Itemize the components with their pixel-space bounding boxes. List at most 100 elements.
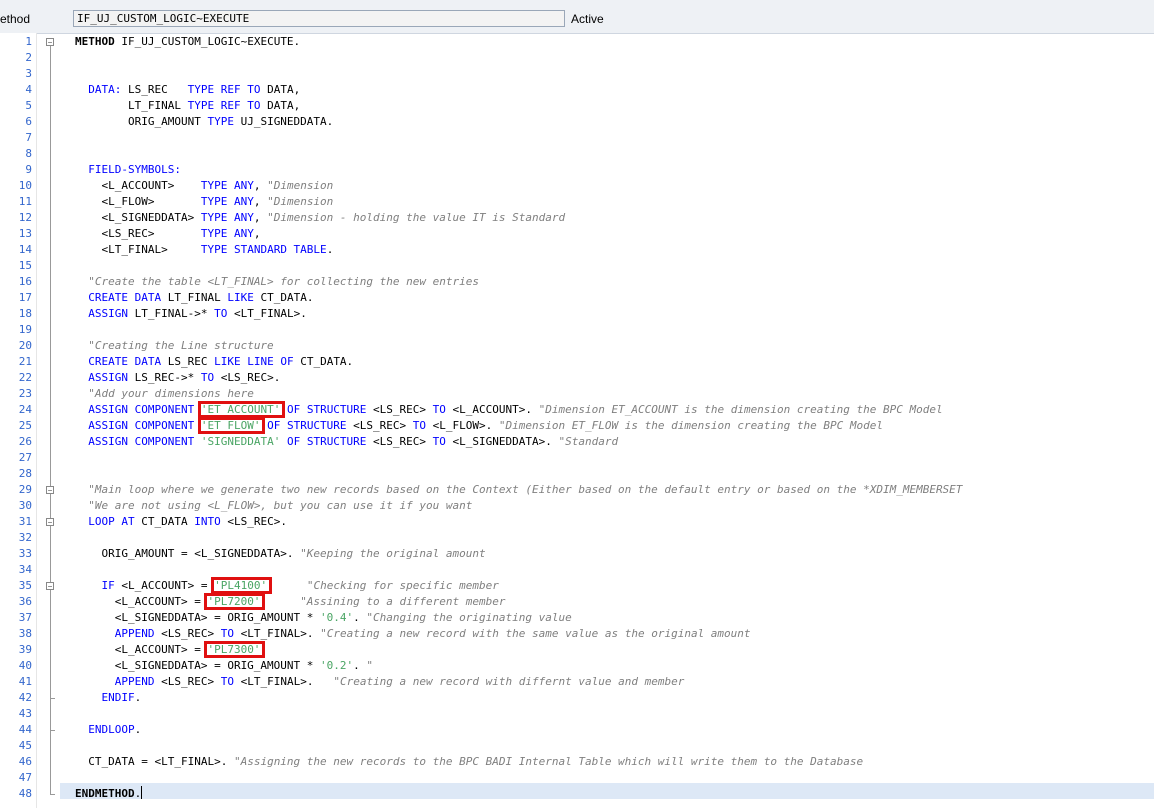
fold-toggle-icon[interactable]: −	[46, 38, 54, 47]
method-label: ethod	[0, 12, 31, 26]
keyword-token: ENDIF	[101, 691, 135, 704]
comment-token: "Add your dimensions here	[88, 387, 254, 400]
code-token: UJ_SIGNEDDATA.	[233, 115, 334, 128]
code-line: "We are not using <L_FLOW>, but you can …	[75, 498, 472, 514]
keyword-token: TYPE ANY	[200, 211, 254, 224]
line-number: 30	[18, 499, 32, 512]
highlight-box	[204, 641, 266, 658]
line-number: 31	[18, 515, 32, 528]
line-number: 26	[18, 435, 32, 448]
code-token: .	[260, 595, 301, 608]
code-token: .	[134, 691, 142, 704]
line-number: 2	[25, 51, 32, 64]
keyword-token: TYPE REF TO	[187, 83, 261, 96]
code-line: ORIG_AMOUNT TYPE UJ_SIGNEDDATA.	[75, 114, 333, 130]
code-line: CREATE DATA LS_REC LIKE LINE OF CT_DATA.	[75, 354, 353, 370]
code-token: <LT_FINAL>.	[233, 675, 334, 688]
code-token: <LS_REC>	[154, 627, 221, 640]
fold-column: − − − −	[36, 33, 60, 808]
keyword-token: TO	[214, 307, 228, 320]
keyword-token: ASSIGN	[88, 371, 128, 384]
code-line: LOOP AT CT_DATA INTO <LS_REC>.	[75, 514, 287, 530]
line-number: 37	[18, 611, 32, 624]
keyword-token: ENDLOOP	[88, 723, 135, 736]
code-line: METHOD IF_UJ_CUSTOM_LOGIC~EXECUTE.	[75, 34, 300, 50]
code-line: "Main loop where we generate two new rec…	[75, 482, 962, 498]
highlight-box	[197, 401, 286, 418]
line-number: 40	[18, 659, 32, 672]
code-token: <L_SIGNEDDATA>	[75, 211, 201, 224]
keyword-token: TO	[432, 435, 446, 448]
line-number: 39	[18, 643, 32, 656]
fold-guide-end	[50, 698, 55, 699]
keyword-token: INTO	[194, 515, 221, 528]
keyword-token: APPEND	[114, 675, 155, 688]
keyword-token: TYPE STANDARD TABLE	[200, 243, 327, 256]
keyword-token: METHOD	[75, 35, 115, 48]
line-number: 36	[18, 595, 32, 608]
code-token: <L_FLOW>.	[426, 419, 499, 432]
code-token: .	[134, 787, 142, 800]
code-token: <L_ACCOUNT> =	[75, 595, 208, 608]
method-name-field[interactable]: IF_UJ_CUSTOM_LOGIC~EXECUTE	[73, 10, 565, 27]
line-number: 25	[18, 419, 32, 432]
line-number: 22	[18, 371, 32, 384]
code-line: ENDMETHOD.	[75, 786, 143, 802]
line-number: 27	[18, 451, 32, 464]
highlight-box	[204, 593, 266, 610]
line-number: 7	[25, 131, 32, 144]
code-line: <L_FLOW> TYPE ANY, "Dimension	[75, 194, 333, 210]
line-number: 47	[18, 771, 32, 784]
code-token: DATA,	[260, 83, 301, 96]
line-number: 28	[18, 467, 32, 480]
code-token: ORIG_AMOUNT	[75, 115, 208, 128]
fold-toggle-icon[interactable]: −	[46, 582, 54, 591]
code-token: <LT_FINAL>	[75, 243, 201, 256]
keyword-token: ENDMETHOD	[75, 787, 135, 800]
keyword-token: TYPE	[207, 115, 234, 128]
fold-toggle-icon[interactable]: −	[46, 518, 54, 527]
code-line: <LS_REC> TYPE ANY,	[75, 226, 260, 242]
code-editor[interactable]: METHOD IF_UJ_CUSTOM_LOGIC~EXECUTE. DATA:…	[60, 33, 1154, 808]
code-token: ,	[253, 211, 268, 224]
code-token: CT_DATA.	[293, 355, 354, 368]
code-token: <L_ACCOUNT> =	[75, 643, 208, 656]
code-token: .	[134, 723, 142, 736]
code-line: <L_ACCOUNT> = 'PL7200'. "Assining to a d…	[75, 594, 506, 610]
code-token: <LS_REC>	[75, 227, 201, 240]
code-line: "Creating the Line structure	[75, 338, 273, 354]
line-number: 13	[18, 227, 32, 240]
line-number: 4	[25, 83, 32, 96]
line-number: 46	[18, 755, 32, 768]
code-line: APPEND <LS_REC> TO <LT_FINAL>. "Creating…	[75, 674, 685, 690]
comment-token: "	[366, 659, 374, 672]
keyword-token: ASSIGN COMPONENT	[88, 403, 195, 416]
line-number: 6	[25, 115, 32, 128]
fold-toggle-icon[interactable]: −	[46, 486, 54, 495]
fold-guide-end	[50, 794, 55, 795]
line-number: 32	[18, 531, 32, 544]
comment-token: "Checking for specific member	[306, 579, 499, 592]
code-token: <L_SIGNEDDATA> = ORIG_AMOUNT *	[75, 611, 321, 624]
line-number: 43	[18, 707, 32, 720]
code-token: <LS_REC>.	[214, 371, 281, 384]
line-number: 8	[25, 147, 32, 160]
code-line: DATA: LS_REC TYPE REF TO DATA,	[75, 82, 300, 98]
code-token: ,	[253, 227, 261, 240]
line-number: 18	[18, 307, 32, 320]
string-literal: '0.2'	[320, 659, 354, 672]
code-token: <L_ACCOUNT>.	[445, 403, 539, 416]
keyword-token: TYPE ANY	[200, 195, 254, 208]
code-line: CREATE DATA LT_FINAL LIKE CT_DATA.	[75, 290, 313, 306]
keyword-token: ASSIGN	[88, 307, 128, 320]
keyword-token: IF	[101, 579, 115, 592]
line-number: 34	[18, 563, 32, 576]
keyword-token: DATA:	[88, 83, 122, 96]
comment-token: "Dimension ET_FLOW is the dimension crea…	[498, 419, 884, 432]
